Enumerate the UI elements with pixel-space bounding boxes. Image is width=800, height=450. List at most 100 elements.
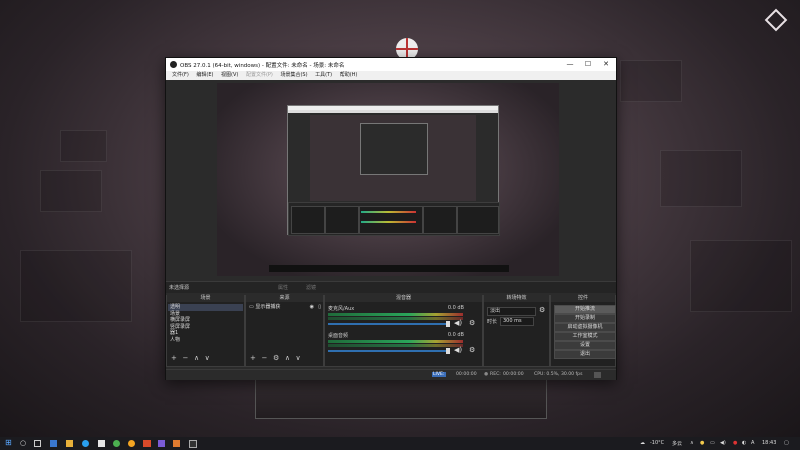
app-icon[interactable] <box>128 440 135 447</box>
channel-db: 0.0 dB <box>447 332 464 338</box>
volume-slider[interactable] <box>328 350 448 352</box>
menu-view[interactable]: 视图(V) <box>221 71 238 80</box>
volume-slider-handle[interactable] <box>446 348 450 354</box>
obs-taskbar-icon[interactable] <box>189 440 197 448</box>
scenes-toolbar: + − ∧ ∨ <box>167 354 244 363</box>
folder-icon[interactable] <box>66 440 73 447</box>
transition-type-select[interactable]: 淡出 <box>487 307 536 316</box>
controls-dock: 控件 开始推流 开始录制 启动虚拟摄像机 工作室模式 设置 退出 <box>550 295 616 367</box>
wall-frame <box>620 60 682 102</box>
volume-slider[interactable] <box>328 323 448 325</box>
weather-icon[interactable]: ☁ <box>640 440 645 446</box>
input-language[interactable]: A <box>751 440 754 446</box>
preview-canvas[interactable] <box>217 83 559 276</box>
filters-button[interactable]: 滤镜 <box>306 284 316 291</box>
search-icon[interactable]: ○ <box>20 439 27 447</box>
duration-input[interactable]: 300 ms <box>500 317 534 326</box>
cpu-status: CPU: 0.5%, 30.00 fps <box>534 372 583 377</box>
obs-app-icon <box>170 61 177 68</box>
duration-label: 时长 <box>487 319 498 325</box>
menu-scene-collection[interactable]: 场景集合(S) <box>280 71 307 80</box>
channel-name: 桌面音频 <box>328 333 349 339</box>
menu-edit[interactable]: 编辑(E) <box>196 71 213 80</box>
volume-slider-handle[interactable] <box>446 321 450 327</box>
scenes-title: 场景 <box>167 295 244 302</box>
properties-button[interactable]: 属性 <box>278 284 288 291</box>
source-item[interactable]: ▭ 显示器捕获 ◉ ▯ <box>247 304 322 311</box>
settings-button[interactable]: 设置 <box>554 341 616 350</box>
menu-tools[interactable]: 工具(T) <box>315 71 332 80</box>
close-button[interactable]: ✕ <box>597 59 615 70</box>
eye-icon[interactable]: ◉ <box>310 304 314 311</box>
tray-app-icon[interactable]: ● <box>733 440 737 446</box>
transition-settings-icon[interactable]: ⚙ <box>539 306 545 314</box>
studio-mode-button[interactable]: 工作室模式 <box>554 332 616 341</box>
mixer-channel: 桌面音频 0.0 dB ◀) ⚙ <box>328 332 478 358</box>
weather-text[interactable]: 多云 <box>672 440 682 447</box>
channel-settings-icon[interactable]: ⚙ <box>469 346 475 354</box>
virtual-camera-button[interactable]: 启动虚拟摄像机 <box>554 323 616 332</box>
app-icon[interactable] <box>143 440 151 447</box>
rec-dot-icon: ● <box>484 372 489 377</box>
exit-button[interactable]: 退出 <box>554 350 616 359</box>
task-view-icon[interactable] <box>34 440 41 447</box>
wall-frame <box>690 240 792 312</box>
menu-bar: 文件(F) 编辑(E) 视图(V) 配置文件(P) 场景集合(S) 工具(T) … <box>166 71 616 80</box>
notification-icon[interactable]: ▢ <box>784 440 789 446</box>
menu-file[interactable]: 文件(F) <box>172 71 189 80</box>
rec-time: 00:00:00 <box>503 372 524 377</box>
sources-list: ▭ 显示器捕获 ◉ ▯ <box>247 304 322 311</box>
edge-icon[interactable] <box>82 440 89 447</box>
app-icon[interactable] <box>173 440 180 447</box>
monitor-icon: ▭ <box>249 304 254 310</box>
start-recording-button[interactable]: 开始录制 <box>554 314 616 323</box>
mixer-channel: 麦克风/Aux 0.0 dB ◀) ⚙ <box>328 305 478 331</box>
maximize-button[interactable]: ☐ <box>579 59 597 70</box>
sources-title: 来源 <box>246 295 323 302</box>
scene-item[interactable]: 人物 <box>168 337 243 344</box>
volume-meter <box>328 313 463 316</box>
start-streaming-button[interactable]: 开始推流 <box>554 305 616 314</box>
menu-profile[interactable]: 配置文件(P) <box>246 71 273 80</box>
add-source-button[interactable]: + <box>250 354 256 363</box>
wall-frame <box>40 170 102 212</box>
window-title: OBS 27.0.1 (64-bit, windows) - 配置文件: 未命名… <box>180 63 345 69</box>
scenes-list: 透明 场景 横屏录屏 竖屏录屏 器1 人物 <box>168 304 243 343</box>
minimize-button[interactable]: — <box>561 59 579 70</box>
app-icon[interactable] <box>98 440 105 447</box>
windows-start-icon[interactable]: ⊞ <box>5 438 12 447</box>
app-icon[interactable] <box>50 440 57 447</box>
diamond-icon <box>764 8 788 32</box>
tray-app-icon[interactable]: ● <box>700 440 704 446</box>
move-scene-down-button[interactable]: ∨ <box>205 354 210 363</box>
move-scene-up-button[interactable]: ∧ <box>194 354 199 363</box>
live-label: LIVE: <box>432 372 446 377</box>
clock[interactable]: 18:43 <box>762 440 776 446</box>
app-icon[interactable] <box>158 440 165 447</box>
tray-chevron-icon[interactable]: ∧ <box>690 440 694 446</box>
context-bar: 未选择源 属性 滤镜 <box>166 281 616 293</box>
obs-window: OBS 27.0.1 (64-bit, windows) - 配置文件: 未命名… <box>165 57 617 380</box>
remove-source-button[interactable]: − <box>261 354 267 363</box>
chrome-icon[interactable] <box>113 440 120 447</box>
tray-app-icon[interactable]: ◐ <box>742 440 746 446</box>
move-source-up-button[interactable]: ∧ <box>285 354 290 363</box>
move-source-down-button[interactable]: ∨ <box>296 354 301 363</box>
network-indicator-icon <box>594 372 601 378</box>
weather-temp[interactable]: -10°C <box>650 440 664 446</box>
channel-settings-icon[interactable]: ⚙ <box>469 319 475 327</box>
add-scene-button[interactable]: + <box>171 354 177 363</box>
remove-scene-button[interactable]: − <box>182 354 188 363</box>
menu-help[interactable]: 帮助(H) <box>340 71 358 80</box>
volume-icon[interactable]: ◀) <box>720 440 726 446</box>
source-settings-button[interactable]: ⚙ <box>273 354 279 363</box>
transitions-dock: 转场特效 淡出 ⚙ 时长 300 ms <box>483 295 550 367</box>
transitions-title: 转场特效 <box>484 295 549 302</box>
sources-toolbar: + − ⚙ ∧ ∨ <box>246 354 323 363</box>
speaker-icon[interactable]: ◀) <box>454 319 462 327</box>
speaker-icon[interactable]: ◀) <box>454 346 462 354</box>
title-bar: OBS 27.0.1 (64-bit, windows) - 配置文件: 未命名… <box>166 58 616 71</box>
network-icon[interactable]: ▭ <box>710 440 715 446</box>
wall-frame <box>20 250 132 322</box>
lock-icon[interactable]: ▯ <box>318 304 321 311</box>
